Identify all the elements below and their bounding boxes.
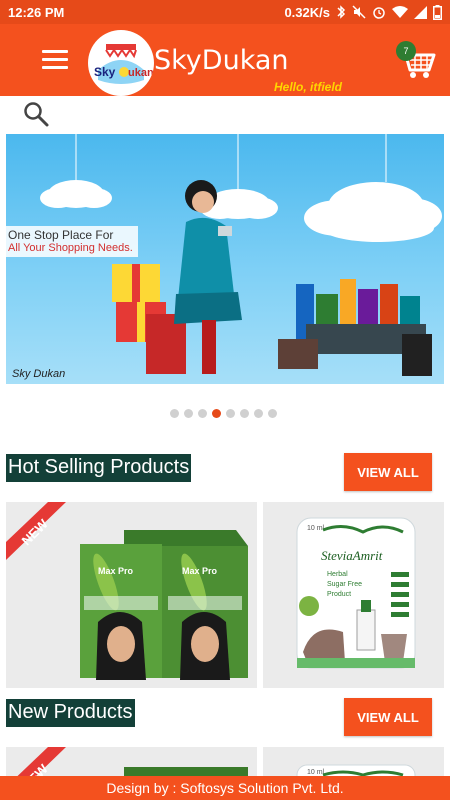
banner-logo: Sky Dukan [12, 368, 66, 380]
signal-icon [414, 5, 427, 19]
svg-text:Max Pro: Max Pro [182, 566, 218, 576]
carousel-dot[interactable] [226, 409, 235, 418]
hot-selling-view-all-button[interactable]: VIEW ALL [344, 453, 432, 491]
svg-text:Product: Product [327, 591, 351, 598]
carousel-indicator [170, 409, 277, 418]
app-title: SkyDukan [154, 45, 289, 76]
store-logo-icon: Sky ukan [89, 31, 154, 95]
status-icons: 0.32K/s [284, 4, 442, 20]
product-image: 10 ml SteviaAmrit Herbal Sugar Free Prod… [296, 517, 416, 669]
bluetooth-icon [337, 5, 346, 19]
hamburger-menu-icon[interactable] [38, 48, 72, 72]
svg-text:SteviaAmrit: SteviaAmrit [321, 548, 383, 563]
search-icon[interactable] [22, 100, 50, 128]
banner-tagline: One Stop Place For All Your Shopping Nee… [6, 226, 138, 257]
new-products-title: New Products [6, 699, 135, 727]
alarm-icon [373, 7, 385, 19]
status-bar: 12:26 PM 0.32K/s [0, 0, 450, 24]
carousel-dot[interactable] [184, 409, 193, 418]
battery-icon [433, 4, 442, 20]
svg-text:Herbal: Herbal [327, 571, 348, 578]
wifi-icon [392, 5, 408, 18]
hot-selling-title: Hot Selling Products [6, 454, 192, 482]
promo-banner[interactable]: One Stop Place For All Your Shopping Nee… [6, 134, 444, 384]
network-speed: 0.32K/s [284, 4, 330, 20]
banner-tagline-line2: All Your Shopping Needs. [8, 242, 133, 254]
product-card[interactable]: 10 ml [263, 747, 444, 776]
product-card[interactable]: NEW [6, 747, 257, 776]
mute-icon [352, 5, 366, 19]
product-image: NEW Max Pro Max Pro [6, 502, 248, 680]
carousel-dot-active[interactable] [212, 409, 221, 418]
svg-text:10 ml: 10 ml [307, 525, 325, 532]
carousel-dot[interactable] [170, 409, 179, 418]
footer-credit: Design by : Softosys Solution Pvt. Ltd. [0, 776, 450, 800]
svg-text:ukan: ukan [128, 67, 154, 79]
cart-count-badge: 7 [396, 41, 416, 61]
status-time: 12:26 PM [8, 4, 65, 20]
user-greeting: Hello, itfield [274, 80, 343, 94]
carousel-dot[interactable] [268, 409, 277, 418]
banner-illustration [40, 134, 442, 376]
product-card[interactable]: NEW Max Pro Max Pro [6, 502, 257, 688]
new-products-view-all-button[interactable]: VIEW ALL [344, 698, 432, 736]
product-image: NEW [17, 747, 248, 776]
app-logo: Sky ukan [88, 30, 154, 96]
svg-text:10 ml: 10 ml [307, 769, 325, 776]
svg-text:Sky: Sky [94, 65, 116, 79]
carousel-dot[interactable] [198, 409, 207, 418]
svg-text:Max Pro: Max Pro [98, 566, 134, 576]
carousel-dot[interactable] [254, 409, 263, 418]
product-image: 10 ml [296, 764, 416, 776]
svg-text:Sugar Free: Sugar Free [327, 581, 362, 588]
product-card[interactable]: 10 ml SteviaAmrit Herbal Sugar Free Prod… [263, 502, 444, 688]
app-bar: Sky ukan SkyDukan Hello, itfield 7 [0, 24, 450, 96]
banner-tagline-line1: One Stop Place For [8, 228, 114, 242]
carousel-dot[interactable] [240, 409, 249, 418]
